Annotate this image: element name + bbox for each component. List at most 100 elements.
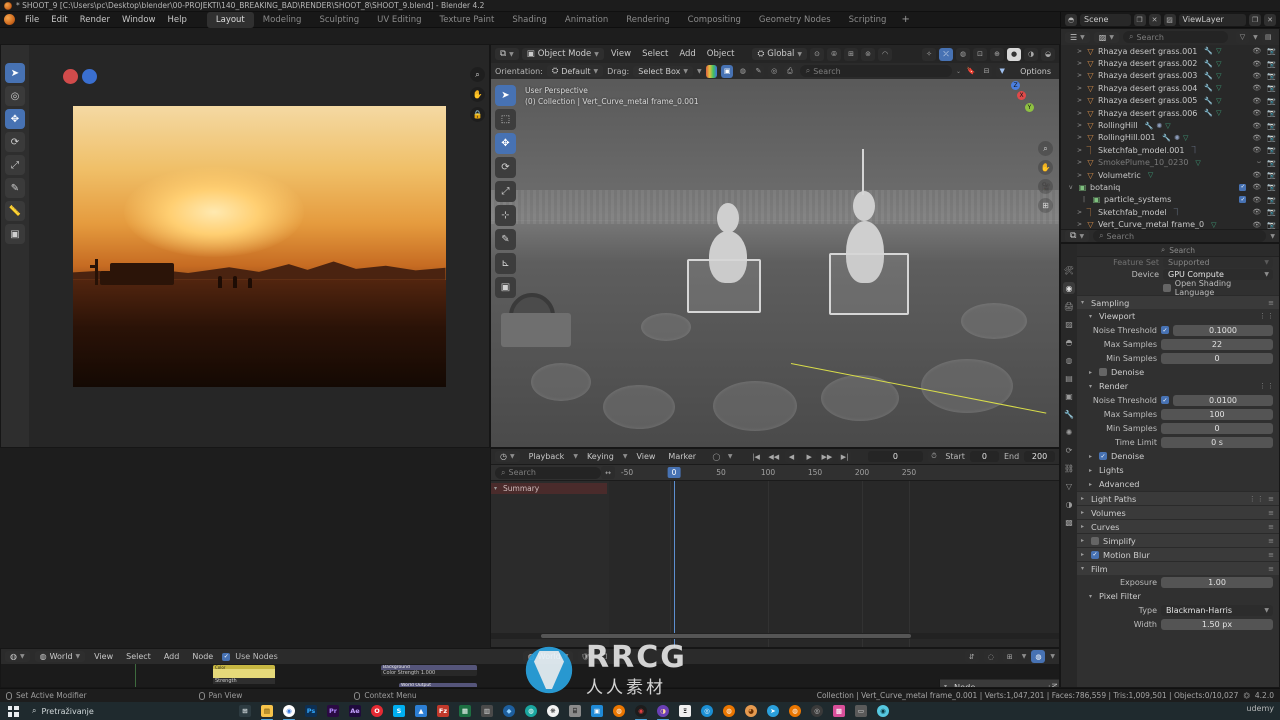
add-workspace-button[interactable]: + (895, 12, 915, 27)
tool-rotate-icon[interactable]: ⟳ (495, 157, 516, 178)
taskbar-app-teal[interactable]: ◍ (520, 702, 542, 720)
eye-icon[interactable]: 👁 (1252, 221, 1261, 229)
tool-rotate-icon[interactable]: ⟳ (5, 132, 25, 152)
outliner-expand-icon[interactable]: > (1077, 110, 1083, 117)
eye-icon[interactable]: 👁 (1252, 122, 1261, 130)
timeline-search-input[interactable]: ⌕ Search (495, 466, 601, 479)
xray-toggle-icon[interactable]: ◍ (956, 47, 970, 61)
colorwheel-icon[interactable] (705, 64, 718, 78)
camera-icon[interactable]: 📷 (1267, 72, 1276, 80)
viewlayer-name-field[interactable]: ViewLayer (1178, 13, 1246, 26)
timeline-menu-keying[interactable]: Keying (583, 451, 618, 462)
camera-icon[interactable]: 📷 (1267, 146, 1276, 154)
mesh-data-icon[interactable]: ▽ (1216, 60, 1221, 68)
drag-value-dropdown[interactable]: Select Box ▼ (633, 65, 693, 77)
taskbar-filezilla[interactable]: Fz (432, 702, 454, 720)
taskbar-app-gray-circle[interactable]: ◎ (806, 702, 828, 720)
tab-modeling[interactable]: Modeling (254, 12, 311, 28)
chevron-right-icon[interactable]: ▸ (1081, 551, 1087, 558)
timeline-playhead-line[interactable] (674, 481, 675, 647)
chevron-right-icon[interactable]: ▸ (1089, 481, 1095, 488)
eye-icon[interactable]: 👁 (1252, 47, 1261, 55)
wrench-icon[interactable]: 🔧 (1204, 60, 1213, 68)
timeline-menu-view[interactable]: View (632, 451, 659, 462)
mode-solid-icon[interactable]: ▣ (721, 64, 733, 78)
taskbar-blue-note[interactable]: ▣ (586, 702, 608, 720)
axis-z-icon[interactable] (82, 69, 97, 84)
mode-uv-icon[interactable]: ◎ (768, 64, 781, 78)
outliner-expand-icon[interactable]: > (1077, 48, 1083, 55)
outliner-row[interactable]: v ▣ botaniq ✓ 👁 📷 (1061, 181, 1279, 193)
tab-uv-editing[interactable]: UV Editing (368, 12, 430, 28)
falloff-curve-icon[interactable]: ◠ (878, 47, 893, 61)
n-panel-node-section[interactable]: ▾ Node ≡ (940, 679, 1059, 687)
outliner-expand-icon[interactable]: > (1077, 221, 1083, 228)
shader-node-canvas[interactable]: Color Strength Background Color Strength… (1, 664, 1059, 687)
play-reverse-icon[interactable]: ◀ (785, 450, 798, 463)
tab-viewlayer-icon[interactable]: ▨ (1063, 318, 1075, 330)
osl-checkbox[interactable]: ✓ (1162, 284, 1171, 292)
end-frame-field[interactable]: 200 (1024, 451, 1055, 462)
camera-icon[interactable]: 📷 (1267, 183, 1276, 191)
outliner-expand-icon[interactable]: > (1077, 159, 1083, 166)
camera-icon[interactable]: 📷 (1267, 221, 1276, 229)
menu-edit[interactable]: Edit (45, 13, 73, 27)
zoom-icon[interactable]: ⌕ (470, 67, 485, 82)
camera-icon[interactable]: 📷 (1267, 60, 1276, 68)
property-section-volumes[interactable]: ▸ Volumes ≡ (1077, 505, 1279, 519)
mesh-data-icon[interactable]: ▽ (1216, 72, 1221, 80)
outliner-row[interactable]: > ▽ Rhazya desert grass.003 🔧 ▽ 👁 📷 (1061, 70, 1279, 82)
outliner-footer-chevron-icon[interactable]: ▼ (1270, 233, 1275, 240)
tab-layout[interactable]: Layout (206, 11, 254, 28)
section-options-icon[interactable]: ≡ (1268, 299, 1275, 307)
shading-solid-icon[interactable]: ⊕ (990, 47, 1004, 61)
mode-paint-icon[interactable]: ✎ (752, 64, 765, 78)
taskbar-photos[interactable]: ▲ (410, 702, 432, 720)
viewport-menu-object[interactable]: Object (703, 48, 739, 60)
timeline-editor-type-dropdown[interactable]: ◷ ▼ (495, 451, 520, 462)
taskbar-skype[interactable]: S (388, 702, 410, 720)
wrench-icon[interactable]: 🔧 (1162, 134, 1171, 142)
tool-select-box-icon[interactable]: ⬚ (495, 109, 516, 130)
shader-menu-add[interactable]: Add (160, 651, 184, 662)
tab-geometry-nodes[interactable]: Geometry Nodes (750, 12, 840, 28)
taskbar-photoshop[interactable]: Ps (300, 702, 322, 720)
eye-icon[interactable]: 👁 (1252, 72, 1261, 80)
property-value[interactable]: 0 (1161, 352, 1273, 364)
tool-annotate-icon[interactable]: ✎ (5, 178, 25, 198)
tool-measure-icon[interactable]: 📏 (5, 201, 25, 221)
outliner-footer-search-input[interactable]: ⌕ Search (1093, 230, 1267, 242)
zoom-icon[interactable]: ⌕ (1038, 141, 1053, 156)
mesh-data-icon[interactable]: ▽ (1165, 122, 1170, 130)
outliner-expand-icon[interactable]: > (1077, 97, 1083, 104)
mesh-data-icon[interactable]: ▽ (1148, 171, 1153, 179)
snap-to-dropdown-icon[interactable]: ⊞ (844, 47, 859, 61)
viewport-search-input[interactable]: ⌕ Search (799, 65, 952, 77)
new-viewlayer-icon[interactable]: ❐ (1249, 13, 1261, 26)
empty-axis-icon[interactable]: ⏋ (1191, 145, 1198, 155)
current-frame-field[interactable]: 0 (868, 451, 923, 462)
section-options-icon[interactable]: ≡ (1268, 523, 1275, 531)
mesh-data-icon[interactable]: ▽ (1195, 159, 1200, 167)
eye-icon[interactable]: 👁 (1252, 183, 1261, 191)
outliner-row[interactable]: > ▽ Volumetric ▽ 👁 📷 (1061, 169, 1279, 181)
camera-icon[interactable]: 📷 (1267, 47, 1276, 55)
shader-menu-view[interactable]: View (90, 651, 117, 662)
tool-add-cube-icon[interactable]: ▣ (495, 277, 516, 298)
shader-menu-select[interactable]: Select (122, 651, 155, 662)
filter-funnel-icon[interactable]: ▼ (996, 64, 1009, 78)
mesh-data-icon[interactable]: ▽ (1216, 109, 1221, 117)
mesh-data-icon[interactable]: ▽ (1183, 134, 1188, 142)
taskbar-blender[interactable]: ◍ (608, 702, 630, 720)
outliner-checkbox[interactable]: ✓ (1239, 183, 1247, 191)
node-background[interactable]: Background Color Strength 1.000 (381, 665, 477, 676)
tool-select-circle-icon[interactable]: ◎ (5, 86, 25, 106)
viewport-3d-canvas[interactable]: ➤ ⬚ ✥ ⟳ ⤢ ⊹ ✎ ⊾ ▣ User Perspective (0) C… (491, 63, 1059, 447)
axis-x-icon[interactable] (63, 69, 78, 84)
camera-icon[interactable]: 📷 (1267, 208, 1276, 216)
timeline-playhead-label[interactable]: 0 (667, 467, 681, 478)
mode-globe-icon[interactable]: ◍ (736, 64, 749, 78)
tab-rendering[interactable]: Rendering (617, 12, 678, 28)
tab-texture-icon[interactable]: ▩ (1063, 516, 1075, 528)
tool-transform-icon[interactable]: ⊹ (495, 205, 516, 226)
